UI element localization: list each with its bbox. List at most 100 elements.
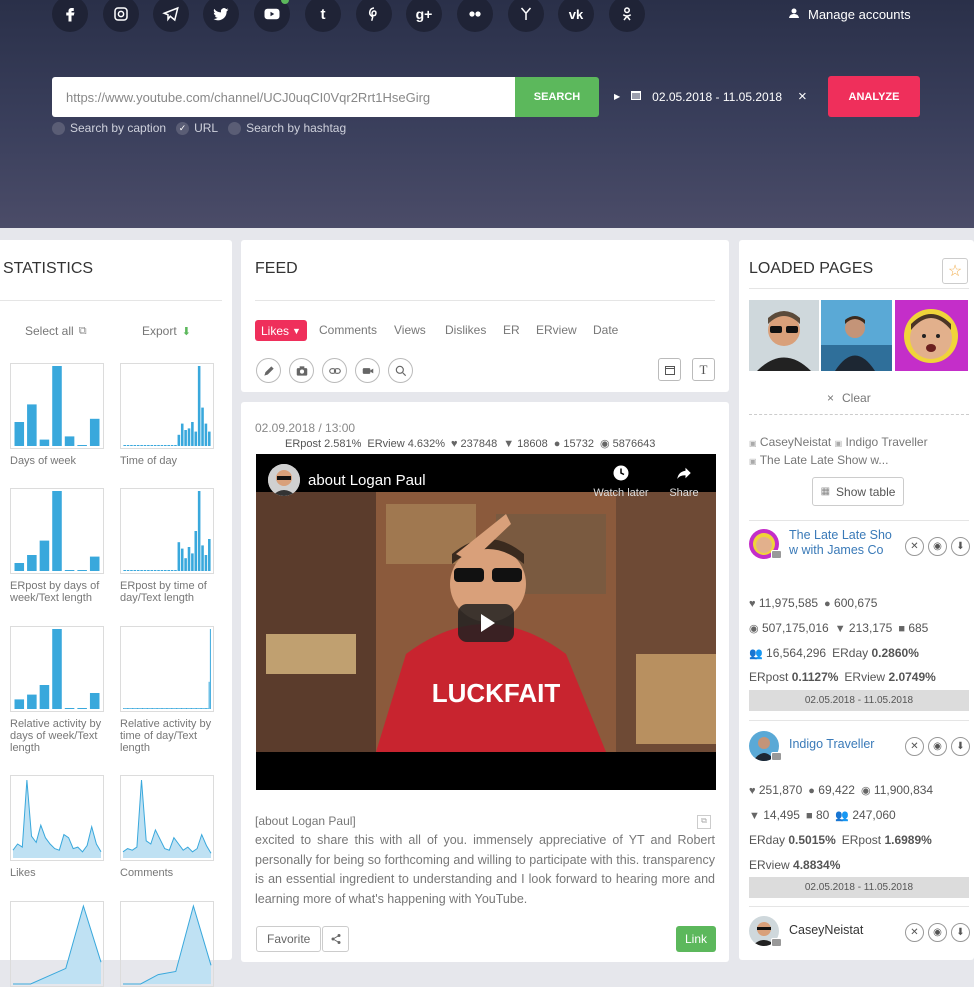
clear-dates-icon[interactable]: × bbox=[798, 88, 807, 105]
date-range-picker[interactable]: ▶ 02.05.2018 - 11.05.2018 × bbox=[614, 88, 807, 105]
odnoklassniki-icon[interactable] bbox=[609, 0, 645, 32]
calendar-icon bbox=[630, 89, 642, 104]
foursquare-icon[interactable] bbox=[508, 0, 544, 32]
loaded-pages-title: LOADED PAGES bbox=[749, 260, 874, 277]
erday-metric: ERday 0.2860% bbox=[832, 646, 919, 660]
show-table-button[interactable]: ▦ Show table bbox=[812, 477, 904, 506]
hide-icon[interactable]: ◉ bbox=[928, 923, 947, 942]
page-metrics-row: ERday 0.5015% ERpost 1.6989% bbox=[749, 833, 932, 847]
users-icon: 👥 bbox=[835, 810, 849, 822]
stat-chart-7[interactable] bbox=[10, 775, 104, 861]
tag-caseyneistat[interactable]: ▣ CaseyNeistat bbox=[749, 435, 831, 449]
vk-icon[interactable]: vk bbox=[558, 0, 594, 32]
download-icon[interactable]: ⬇ bbox=[951, 537, 970, 556]
page-name[interactable]: CaseyNeistat bbox=[789, 923, 863, 937]
stat-chart-6[interactable] bbox=[120, 626, 214, 712]
chart-bar bbox=[150, 445, 154, 446]
video-icon[interactable] bbox=[355, 358, 380, 383]
pinterest-icon[interactable] bbox=[356, 0, 392, 32]
export-button[interactable]: Export ⬇ bbox=[142, 324, 191, 338]
page-name[interactable]: The Late Late Show with James Co bbox=[789, 528, 893, 558]
stat-chart-2[interactable] bbox=[120, 363, 214, 449]
stat-chart-9[interactable] bbox=[10, 901, 104, 987]
tag-indigo-traveller[interactable]: ▣ Indigo Traveller bbox=[835, 435, 928, 449]
page-thumbnail-caseyneistat[interactable] bbox=[749, 300, 819, 371]
channel-avatar[interactable] bbox=[268, 464, 300, 496]
analyze-button[interactable]: ANALYZE bbox=[828, 76, 920, 117]
flickr-icon[interactable] bbox=[457, 0, 493, 32]
tab-dislikes[interactable]: Dislikes bbox=[445, 323, 486, 337]
tab-comments[interactable]: Comments bbox=[319, 323, 377, 337]
pencil-icon[interactable] bbox=[256, 358, 281, 383]
tag-late-late-show[interactable]: ▣ The Late Late Show w... bbox=[749, 453, 888, 467]
page-actions: ✕ ◉ ⬇ bbox=[901, 923, 970, 942]
share-video-button[interactable]: Share bbox=[664, 464, 704, 499]
video-title[interactable]: about Logan Paul bbox=[308, 472, 426, 489]
checkbox-icon bbox=[52, 121, 65, 135]
stat-chart-svg bbox=[123, 366, 211, 446]
search-icon[interactable] bbox=[388, 358, 413, 383]
statistics-title: STATISTICS bbox=[3, 260, 94, 277]
manage-accounts-link[interactable]: Manage accounts bbox=[788, 7, 911, 22]
heart-icon: ♥ bbox=[749, 785, 756, 797]
remove-icon[interactable]: ✕ bbox=[905, 537, 924, 556]
facebook-icon[interactable] bbox=[52, 0, 88, 32]
stat-chart-1[interactable] bbox=[10, 363, 104, 449]
clear-button[interactable]: × Clear bbox=[827, 391, 871, 405]
calendar-toggle-icon[interactable] bbox=[658, 358, 681, 381]
tab-erview[interactable]: ERview bbox=[536, 323, 577, 337]
telegram-icon[interactable] bbox=[153, 0, 189, 32]
copy-caption-icon[interactable]: ⧉ bbox=[697, 815, 711, 829]
link-button[interactable]: Link bbox=[676, 926, 716, 952]
instagram-icon[interactable] bbox=[103, 0, 139, 32]
star-icon[interactable]: ☆ bbox=[942, 258, 968, 284]
chart-bar bbox=[64, 708, 75, 709]
page-thumbnail-indigo-traveller[interactable] bbox=[821, 300, 892, 371]
caret-down-icon: ▼ bbox=[292, 325, 301, 336]
page-thumbnail-late-late-show[interactable] bbox=[895, 300, 968, 371]
camera-icon[interactable] bbox=[289, 358, 314, 383]
tab-views[interactable]: Views bbox=[394, 323, 426, 337]
video-player[interactable]: LUCKFAIT about Logan Paul Watch later Sh… bbox=[256, 454, 716, 790]
option-search-by-hashtag[interactable]: Search by hashtag bbox=[228, 121, 346, 135]
text-toggle-button[interactable]: T bbox=[692, 358, 715, 381]
chart-bar bbox=[149, 708, 151, 709]
favorite-button[interactable]: Favorite bbox=[256, 926, 322, 952]
chart-bar bbox=[133, 570, 137, 571]
page-name[interactable]: Indigo Traveller bbox=[789, 737, 874, 751]
option-search-by-caption[interactable]: Search by caption bbox=[52, 121, 166, 135]
select-all-button[interactable]: Select all ⧉ bbox=[25, 324, 87, 338]
hide-icon[interactable]: ◉ bbox=[928, 737, 947, 756]
tab-date[interactable]: Date bbox=[593, 323, 618, 337]
remove-icon[interactable]: ✕ bbox=[905, 737, 924, 756]
search-input[interactable] bbox=[52, 77, 515, 117]
stat-chart-8[interactable] bbox=[120, 775, 214, 861]
stat-chart-5[interactable] bbox=[10, 626, 104, 712]
search-button[interactable]: SEARCH bbox=[515, 77, 599, 117]
hide-icon[interactable]: ◉ bbox=[928, 537, 947, 556]
tumblr-icon[interactable]: t bbox=[305, 0, 341, 32]
youtube-icon[interactable] bbox=[254, 0, 290, 32]
likes-metric: ♥ 237848 bbox=[451, 438, 497, 450]
stat-chart-4[interactable] bbox=[120, 488, 214, 574]
tab-er[interactable]: ER bbox=[503, 323, 520, 337]
googleplus-icon[interactable]: g+ bbox=[406, 0, 442, 32]
download-icon[interactable]: ⬇ bbox=[951, 923, 970, 942]
option-url[interactable]: ✓ URL bbox=[176, 121, 218, 135]
stat-chart-3[interactable] bbox=[10, 488, 104, 574]
remove-icon[interactable]: ✕ bbox=[905, 923, 924, 942]
chart-bar bbox=[129, 708, 131, 709]
link-icon[interactable] bbox=[322, 358, 347, 383]
watch-later-button[interactable]: Watch later bbox=[590, 464, 652, 499]
download-icon[interactable]: ⬇ bbox=[951, 737, 970, 756]
stat-chart-10[interactable] bbox=[120, 901, 214, 987]
twitter-icon[interactable] bbox=[203, 0, 239, 32]
chart-bar bbox=[165, 708, 167, 709]
tab-likes[interactable]: Likes ▼ bbox=[255, 320, 307, 341]
youtube-badge-icon bbox=[771, 938, 782, 947]
chart-bar bbox=[186, 708, 188, 709]
chart-bar bbox=[191, 708, 193, 709]
share-icon[interactable] bbox=[322, 926, 349, 952]
followers-metric: 👥 247,060 bbox=[835, 808, 895, 822]
chart-bar bbox=[123, 570, 126, 571]
